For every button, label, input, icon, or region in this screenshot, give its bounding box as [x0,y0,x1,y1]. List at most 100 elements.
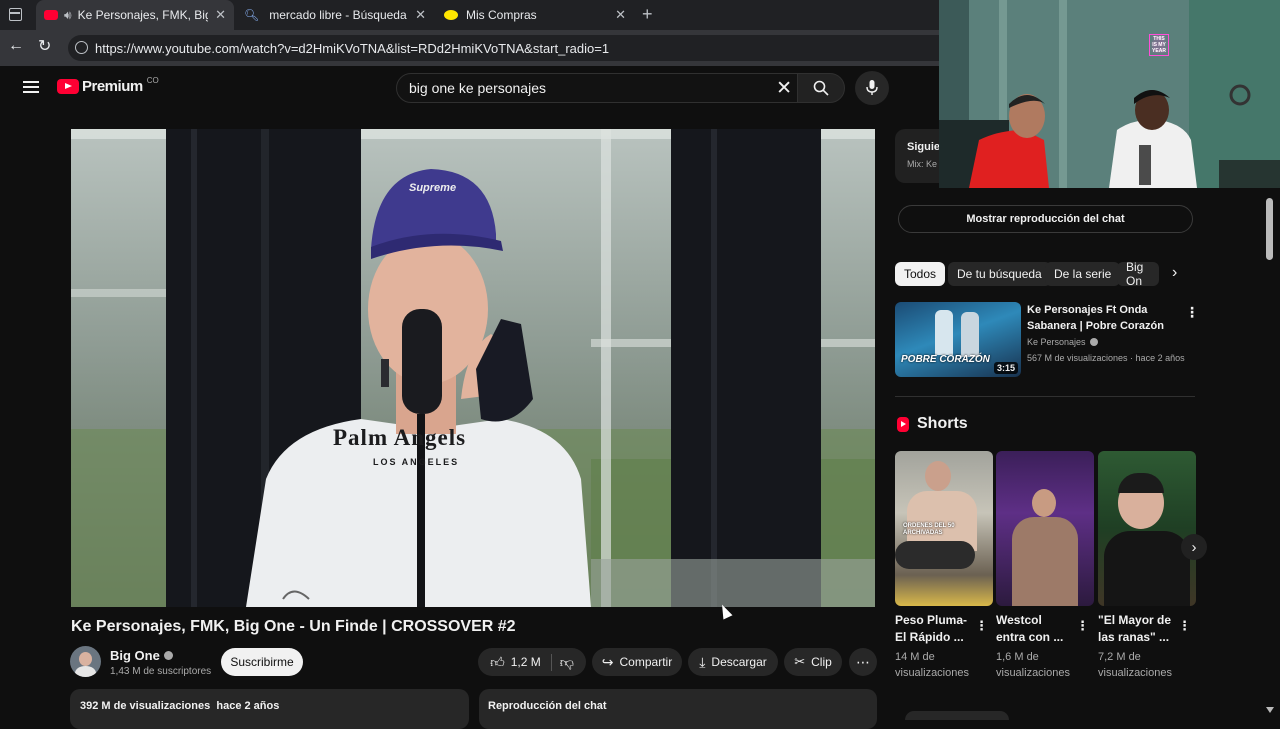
youtube-play-icon [57,79,79,94]
like-dislike-group: 👍︎ 1,2 M 👎︎ [478,648,586,676]
like-button[interactable]: 👍︎ 1,2 M [490,653,552,671]
recommended-thumbnail[interactable]: POBRE CORAZÓN 3:15 [895,302,1021,377]
download-label: Descargar [711,655,767,669]
short-title[interactable]: Peso Pluma- El Rápido ... [895,612,970,646]
shorts-icon [897,416,909,432]
new-tab-icon[interactable]: + [642,4,653,25]
video-title: Ke Personajes, FMK, Big One - Un Finde |… [71,618,516,635]
download-button[interactable]: ⤓ Descargar [688,648,778,676]
more-vert-icon[interactable]: ⋮ [975,618,988,634]
short-thumbnail[interactable] [996,451,1094,606]
shirt-subprint: LOS ANGELES [373,457,460,467]
more-vert-icon[interactable]: ⋮ [1178,618,1191,634]
short-title[interactable]: Westcol entra con ... [996,612,1071,646]
youtube-page: Premium CO big one ke personajes ✕ Supre… [0,0,1280,729]
webcam-overlay: THIS IS MY YEAR [939,0,1280,188]
reload-icon[interactable]: ↻ [38,36,51,56]
recommended-video[interactable]: POBRE CORAZÓN 3:15 Ke Personajes Ft Onda… [895,302,1199,378]
channel-avatar[interactable] [70,646,101,677]
mercadolibre-favicon-icon [444,10,458,20]
channel-name[interactable]: Big One [110,648,173,663]
playlist-panel[interactable]: Siguie Mix: Ke [895,129,945,183]
tab-label: mercado libre - Búsqueda [269,8,407,22]
tab-youtube[interactable]: 🔊︎ Ke Personajes, FMK, Big One ✕ [36,0,234,30]
more-vert-icon[interactable]: ⋮ [1076,618,1089,634]
close-icon[interactable]: ✕ [415,7,426,23]
tab-actions-icon[interactable] [9,8,22,21]
chip-from-search[interactable]: De tu búsqueda [948,262,1051,286]
search-button[interactable] [797,73,845,103]
share-label: Compartir [619,655,673,669]
share-button[interactable]: ↪ Compartir [592,648,682,676]
speaker-icon[interactable]: 🔊︎ [64,8,72,23]
chat-replay-box[interactable]: Reproducción del chat [479,689,877,729]
clip-label: Clip [811,655,832,669]
clear-search-icon[interactable]: ✕ [776,77,792,100]
search-favicon-icon: 🔍︎ [244,8,260,22]
tab-label: Ke Personajes, FMK, Big One [77,8,208,22]
view-count: 392 M de visualizaciones [80,700,211,712]
shorts-next-button[interactable]: › [1181,534,1207,560]
shorts-footer-button[interactable] [905,711,1009,720]
more-vert-icon[interactable]: ⋮ [1185,304,1199,321]
shorts-header: Shorts [897,415,968,433]
verified-icon [1089,338,1098,346]
chip-all[interactable]: Todos [895,262,946,286]
subscribe-button[interactable]: Suscribirme [221,648,303,676]
search-input[interactable]: big one ke personajes ✕ [396,73,798,103]
short-views: 14 M de visualizaciones [895,651,969,679]
description-box[interactable]: 392 M de visualizaciones hace 2 años [70,689,469,729]
tab-mercadolibre[interactable]: 🔍︎ mercado libre - Búsqueda ✕ [236,0,434,30]
youtube-favicon-icon [44,10,58,20]
short-caption: ORDENES DEL 50 ARCHIVADAS [903,523,955,536]
video-frame [71,129,875,607]
search-icon [813,80,829,96]
channel-name-text: Big One [110,648,160,663]
menu-icon[interactable] [23,81,39,93]
url-text: https://www.youtube.com/watch?v=d2HmiKVo… [95,40,610,56]
scrollbar[interactable] [1266,198,1273,260]
like-count: 1,2 M [510,655,541,669]
clip-button[interactable]: ✂ Clip [784,648,842,676]
logo-text: Premium [82,78,143,95]
shorts-title: Shorts [917,415,968,432]
chip-from-series[interactable]: De la serie [1045,262,1121,286]
short-thumbnail[interactable] [1098,451,1196,606]
site-info-icon[interactable] [75,41,88,54]
close-icon[interactable]: ✕ [615,7,626,23]
more-actions-button[interactable]: ⋯ [849,648,877,676]
short-thumbnail[interactable]: ORDENES DEL 50 ARCHIVADAS [895,451,993,606]
voice-search-button[interactable] [855,71,889,105]
video-player[interactable]: Supreme Palm Angels LOS ANGELES [71,129,875,607]
tab-label: Mis Compras [466,8,537,22]
youtube-logo[interactable]: Premium CO [57,76,159,95]
recommended-channel[interactable]: Ke Personajes [1027,337,1098,347]
cap-logo: Supreme [409,182,457,194]
chip-big-one[interactable]: Big On [1117,262,1159,286]
show-chat-replay-button[interactable]: Mostrar reproducción del chat [898,205,1193,233]
chevron-right-icon[interactable]: › [1172,264,1177,282]
upload-age: hace 2 años [216,700,280,712]
thumb-up-icon: 👍︎ [490,653,505,670]
logo-country: CO [146,76,159,85]
thumb-down-icon[interactable]: 👎︎ [558,654,574,671]
more-icon: ⋯ [856,653,870,670]
neon-sign: THIS IS MY YEAR [1149,34,1169,56]
short-title[interactable]: "El Mayor de las ranas" ... [1098,612,1173,646]
share-icon: ↪ [601,653,614,670]
close-icon[interactable]: ✕ [215,7,226,23]
scissors-icon: ✂ [794,654,806,669]
subscriber-count: 1,43 M de suscriptores [110,666,212,677]
recommended-channel-text: Ke Personajes [1027,337,1086,347]
recommended-title[interactable]: Ke Personajes Ft Onda Sabanera | Pobre C… [1027,302,1177,334]
duration-badge: 3:15 [993,362,1018,374]
shirt-print: Palm Angels [333,425,467,450]
divider [895,396,1195,397]
tab-mis-compras[interactable]: Mis Compras ✕ [436,0,634,30]
search-value: big one ke personajes [409,80,546,96]
back-icon[interactable]: ← [8,37,24,55]
short-views: 1,6 M de visualizaciones [996,651,1070,679]
short-views: 7,2 M de visualizaciones [1098,651,1172,679]
verified-icon [163,651,173,660]
scroll-down-icon[interactable] [1266,707,1274,713]
